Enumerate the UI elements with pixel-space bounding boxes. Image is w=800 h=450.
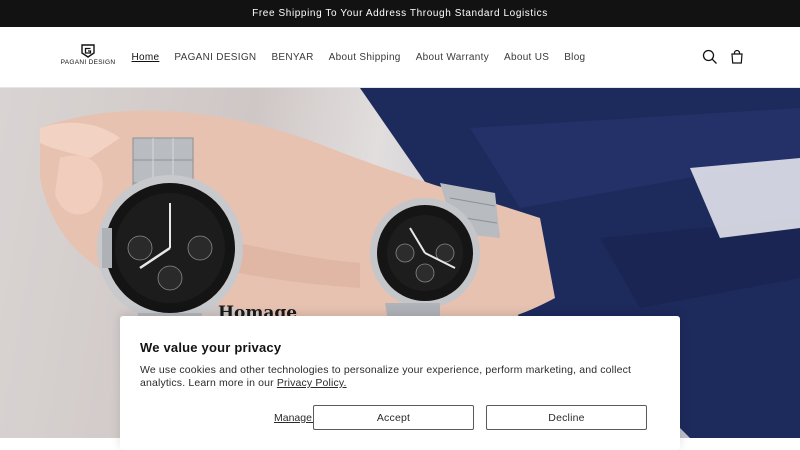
site-header: PAGANI DESIGN Home PAGANI DESIGN BENYAR … bbox=[0, 27, 800, 88]
search-icon[interactable] bbox=[701, 48, 719, 66]
site-logo[interactable]: PAGANI DESIGN bbox=[57, 44, 119, 72]
nav-about-us[interactable]: About US bbox=[497, 52, 557, 63]
privacy-policy-link[interactable]: Privacy Policy. bbox=[277, 377, 347, 389]
nav-home[interactable]: Home bbox=[124, 52, 167, 63]
decline-button[interactable]: Decline bbox=[486, 405, 647, 430]
nav-pagani-design[interactable]: PAGANI DESIGN bbox=[167, 52, 264, 63]
consent-body: We use cookies and other technologies to… bbox=[140, 364, 665, 390]
logo-emblem-icon bbox=[81, 44, 95, 58]
main-nav: Home PAGANI DESIGN BENYAR About Shipping… bbox=[124, 27, 593, 88]
announcement-bar: Free Shipping To Your Address Through St… bbox=[0, 0, 800, 27]
nav-blog[interactable]: Blog bbox=[557, 52, 593, 63]
accept-button[interactable]: Accept bbox=[313, 405, 474, 430]
cart-icon[interactable] bbox=[728, 48, 746, 66]
nav-benyar[interactable]: BENYAR bbox=[264, 52, 321, 63]
consent-title: We value your privacy bbox=[140, 340, 282, 355]
nav-about-warranty[interactable]: About Warranty bbox=[408, 52, 496, 63]
logo-text: PAGANI DESIGN bbox=[60, 59, 116, 66]
nav-about-shipping[interactable]: About Shipping bbox=[321, 52, 408, 63]
announcement-text: Free Shipping To Your Address Through St… bbox=[252, 8, 548, 19]
cookie-consent-banner: We value your privacy We use cookies and… bbox=[120, 316, 680, 450]
consent-body-text: We use cookies and other technologies to… bbox=[140, 364, 632, 389]
